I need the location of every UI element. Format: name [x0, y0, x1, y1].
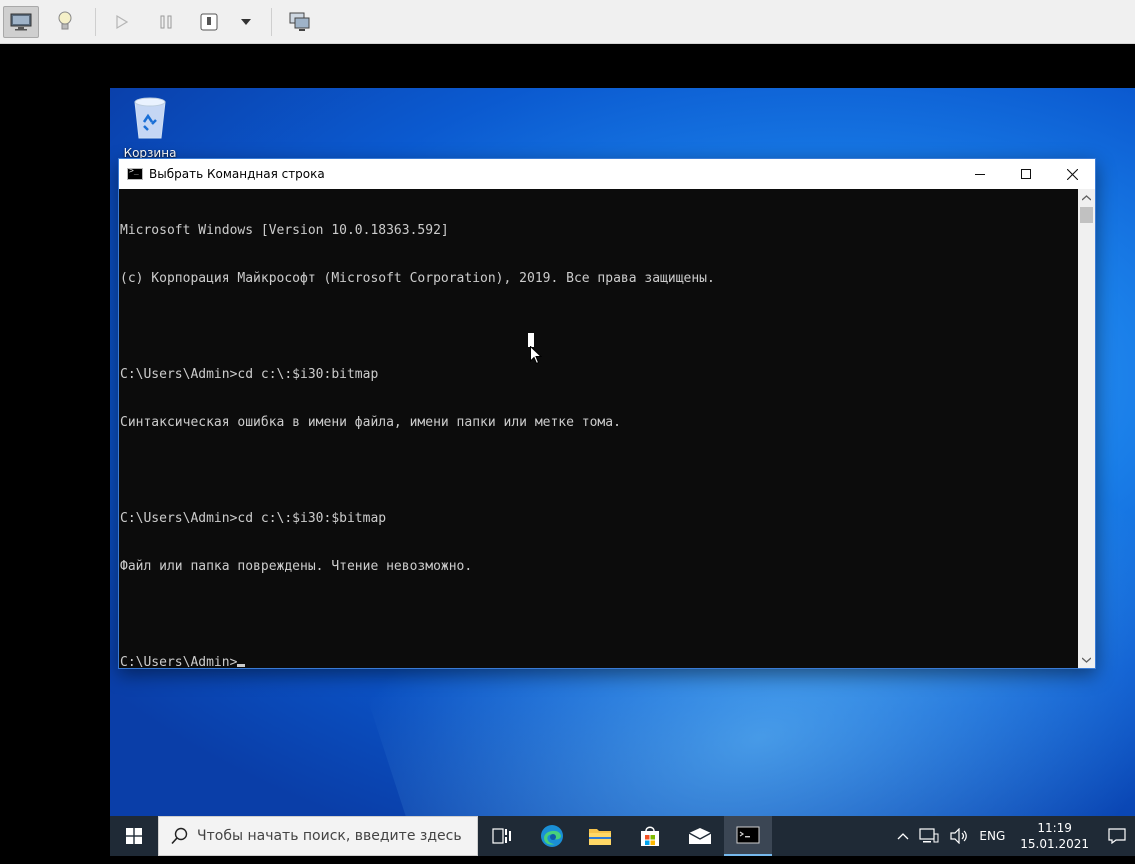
console-line: (c) Корпорация Майкрософт (Microsoft Cor…: [120, 271, 715, 286]
clock-date: 15.01.2021: [1020, 837, 1089, 851]
hint-button[interactable]: [47, 6, 83, 38]
scroll-down-button[interactable]: [1078, 651, 1095, 668]
power-dropdown-button[interactable]: [229, 6, 263, 38]
taskbar-store[interactable]: [626, 816, 674, 856]
chevron-up-icon: [897, 833, 909, 840]
taskbar-file-explorer[interactable]: [576, 816, 624, 856]
host-bottom-border: [0, 856, 1135, 864]
network-icon: [919, 828, 939, 843]
play-icon: [116, 14, 129, 30]
console-line: C:\Users\Admin>cd c:\:$i30:$bitmap: [120, 511, 387, 526]
taskbar-edge[interactable]: [528, 816, 576, 856]
prompt-text: C:\Users\Admin>: [120, 655, 238, 668]
play-button[interactable]: [104, 6, 140, 38]
clock[interactable]: 11:19 15.01.2021: [1010, 820, 1099, 852]
close-icon: [1066, 168, 1078, 180]
recycle-bin[interactable]: Корзина: [118, 94, 182, 160]
display-button[interactable]: [3, 6, 39, 38]
console-line: Файл или папка повреждены. Чтение невозм…: [120, 559, 473, 574]
snapshot-icon: [289, 12, 310, 31]
volume-button[interactable]: [944, 816, 974, 856]
pause-icon: [160, 15, 172, 29]
console-output[interactable]: Microsoft Windows [Version 10.0.18363.59…: [119, 189, 1079, 668]
console-line: C:\Users\Admin>cd c:\:$i30:bitmap: [120, 367, 379, 382]
taskbar-mail[interactable]: [676, 816, 724, 856]
power-switch-icon: [200, 13, 218, 31]
search-icon: [171, 827, 188, 845]
toolbar-separator: [95, 8, 96, 36]
maximize-button[interactable]: [1003, 159, 1049, 189]
text-cursor: [237, 664, 246, 667]
windows-logo-icon: [126, 828, 142, 844]
snapshot-button[interactable]: [282, 6, 318, 38]
start-button[interactable]: [110, 816, 158, 856]
system-tray: ENG 11:19 15.01.2021: [892, 816, 1135, 856]
console-line: Синтаксическая ошибка в имени файла, име…: [120, 415, 621, 430]
scroll-thumb[interactable]: [1080, 207, 1093, 223]
close-button[interactable]: [1049, 159, 1095, 189]
chevron-up-icon: [1082, 194, 1091, 200]
recycle-bin-icon: [134, 97, 166, 139]
edge-browser-icon: [541, 825, 563, 847]
console-line: Microsoft Windows [Version 10.0.18363.59…: [120, 223, 449, 238]
notification-icon: [1108, 828, 1126, 844]
window-title: Выбрать Командная строка: [149, 167, 325, 181]
lightbulb-icon: [58, 11, 72, 30]
vertical-scrollbar[interactable]: [1078, 189, 1095, 668]
minimize-icon: [975, 174, 985, 175]
network-button[interactable]: [914, 816, 944, 856]
power-button[interactable]: [191, 6, 227, 38]
store-bag-icon: [641, 826, 659, 846]
cmd-titlebar[interactable]: Выбрать Командная строка: [119, 159, 1095, 189]
scroll-up-button[interactable]: [1078, 189, 1095, 206]
chevron-down-icon: [1082, 657, 1091, 663]
search-input[interactable]: [197, 828, 467, 844]
selection-block: [528, 333, 534, 347]
monitor-icon: [10, 13, 32, 31]
mouse-pointer-icon: [530, 346, 542, 365]
maximize-icon: [1021, 169, 1031, 179]
taskbar: ENG 11:19 15.01.2021: [110, 816, 1135, 856]
mail-icon: [688, 828, 712, 844]
show-hidden-icons-button[interactable]: [892, 816, 914, 856]
console-icon: [736, 826, 760, 844]
speaker-icon: [950, 828, 968, 844]
task-view-icon: [492, 828, 511, 844]
host-toolbar: [0, 0, 1135, 44]
minimize-button[interactable]: [957, 159, 1003, 189]
pause-button[interactable]: [148, 6, 184, 38]
prompt-line[interactable]: C:\Users\Admin>: [120, 655, 1079, 668]
toolbar-separator: [271, 8, 272, 36]
console-icon: [127, 166, 143, 180]
cmd-window[interactable]: Выбрать Командная строка Microsoft Windo…: [118, 158, 1096, 669]
task-view-button[interactable]: [478, 816, 526, 856]
taskbar-cmd[interactable]: [724, 816, 772, 856]
clock-time: 11:19: [1037, 821, 1072, 835]
folder-icon: [589, 829, 611, 845]
language-indicator[interactable]: ENG: [974, 816, 1010, 856]
search-box[interactable]: [158, 816, 478, 856]
notification-button[interactable]: [1099, 816, 1135, 856]
chevron-down-icon: [241, 19, 251, 25]
